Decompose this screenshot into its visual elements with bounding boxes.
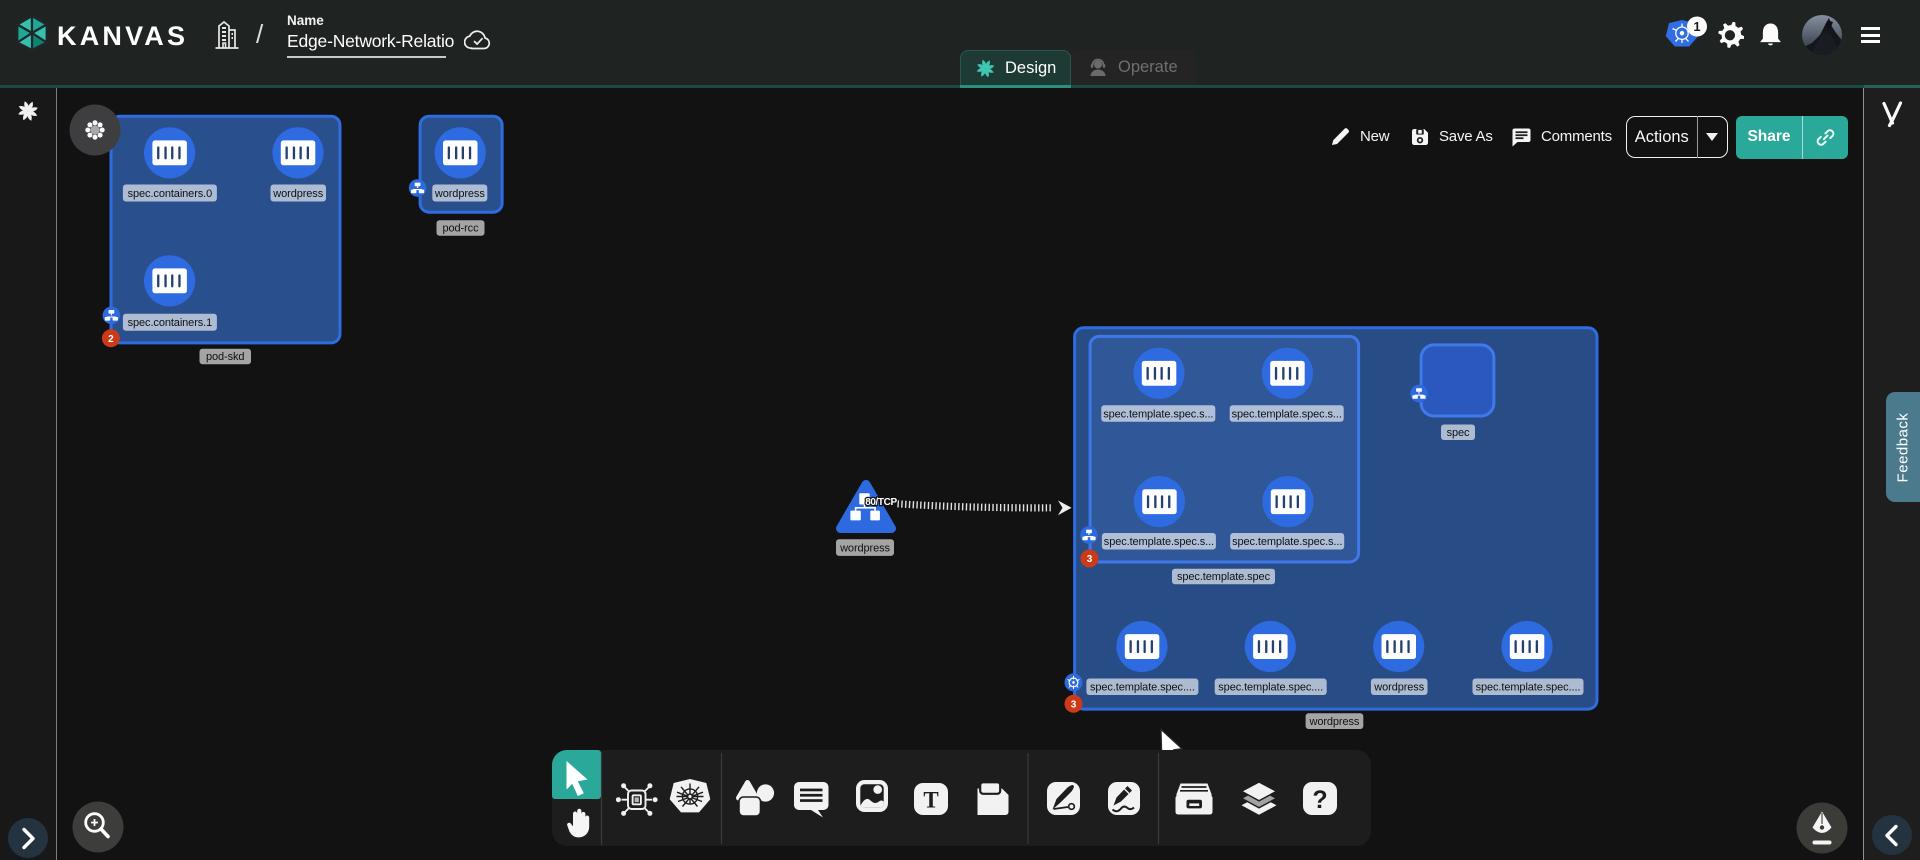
svg-text:T: T <box>923 788 938 813</box>
svg-text:pod-skd: pod-skd <box>206 351 244 363</box>
svg-text:spec.template.spec.s...: spec.template.spec.s... <box>1232 408 1342 420</box>
svg-text:spec.template.spec....: spec.template.spec.... <box>1218 682 1323 694</box>
svg-text:spec.template.spec....: spec.template.spec.... <box>1090 682 1195 694</box>
svg-text:spec.template.spec.s...: spec.template.spec.s... <box>1103 408 1213 420</box>
svg-text:spec.template.spec.s...: spec.template.spec.s... <box>1104 536 1214 548</box>
svg-text:spec: spec <box>1447 427 1470 439</box>
svg-text:3: 3 <box>1087 554 1093 565</box>
svg-text:wordpress: wordpress <box>1373 682 1424 694</box>
svg-text:spec.containers.0: spec.containers.0 <box>128 188 213 200</box>
svg-text:80/TCP: 80/TCP <box>865 497 897 508</box>
svg-text:pod-rcc: pod-rcc <box>443 223 480 235</box>
svg-text:wordpress: wordpress <box>272 188 323 200</box>
svg-text:3: 3 <box>1071 699 1077 710</box>
svg-text:spec.containers.1: spec.containers.1 <box>128 317 213 329</box>
svg-text:wordpress: wordpress <box>839 542 890 554</box>
svg-text:wordpress: wordpress <box>434 188 485 200</box>
svg-text:spec.template.spec.s...: spec.template.spec.s... <box>1232 536 1342 548</box>
svg-text:wordpress: wordpress <box>1308 716 1359 728</box>
svg-text:2: 2 <box>108 334 114 345</box>
svg-text:spec.template.spec: spec.template.spec <box>1177 571 1271 583</box>
svg-text:?: ? <box>1312 786 1327 814</box>
svg-text:spec.template.spec....: spec.template.spec.... <box>1476 682 1581 694</box>
